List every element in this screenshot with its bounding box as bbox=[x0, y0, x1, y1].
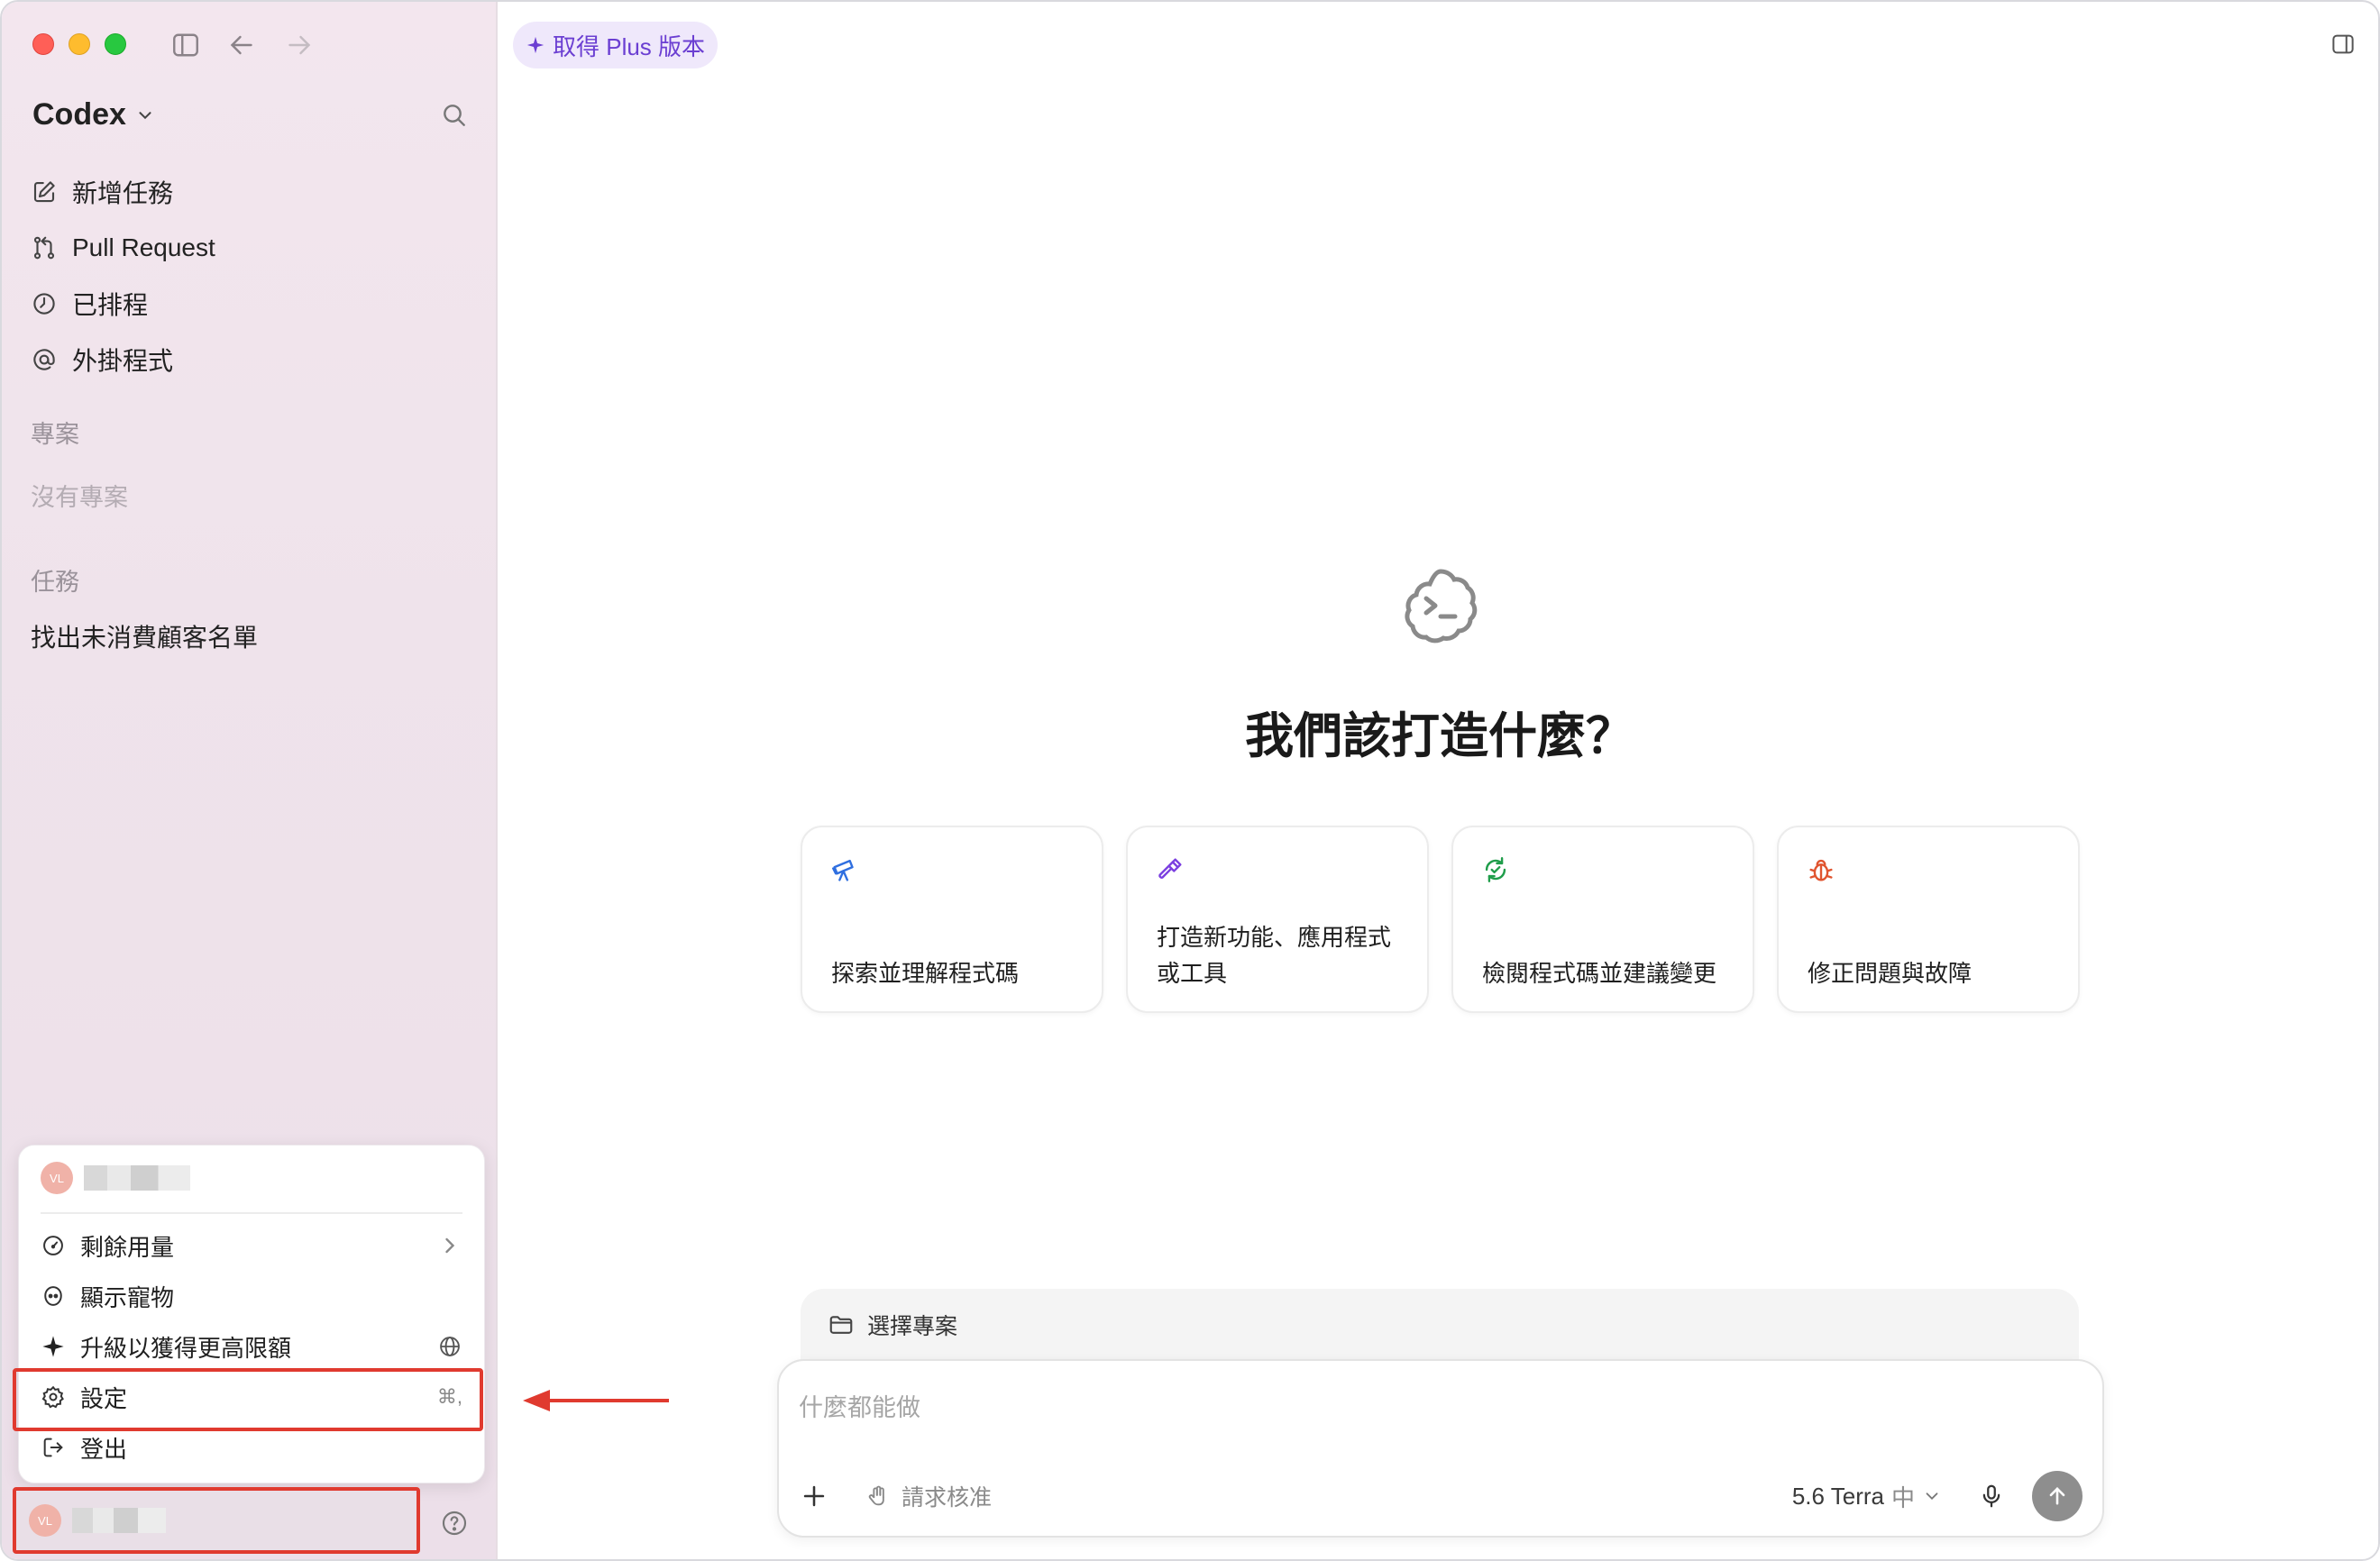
primary-nav: 新增任務 Pull Request 已排程 外掛程式 bbox=[31, 164, 472, 388]
account-menu: VL 剩餘用量 顯示寵物 升級以獲得更高限額 設定 ⌘, 登出 bbox=[18, 1145, 485, 1483]
menu-item-label: 剩餘用量 bbox=[80, 1233, 175, 1261]
redacted-account-name bbox=[84, 1165, 190, 1191]
minimize-window-button[interactable] bbox=[69, 33, 90, 55]
microphone-icon[interactable] bbox=[1978, 1483, 2005, 1510]
main-headline: 我們該打造什麼？ bbox=[1245, 709, 1634, 763]
nav-label: 新增任務 bbox=[72, 179, 174, 207]
brand-name: Codex bbox=[32, 97, 126, 132]
chevron-right-icon bbox=[437, 1233, 462, 1258]
composer-toolbar: 請求核准 5.6 Terra 中 bbox=[799, 1469, 2082, 1523]
model-selector[interactable]: 5.6 Terra 中 bbox=[1792, 1480, 1942, 1513]
logout-icon bbox=[43, 1438, 63, 1457]
nav-scheduled[interactable]: 已排程 bbox=[31, 276, 472, 332]
suggestion-card-build[interactable]: 打造新功能、應用程式或工具 bbox=[1126, 826, 1429, 1013]
chevron-down-icon bbox=[1926, 1493, 1938, 1501]
get-plus-label: 取得 Plus 版本 bbox=[553, 32, 706, 60]
menu-item-remaining-usage[interactable]: 剩餘用量 bbox=[41, 1221, 462, 1270]
nav-pull-request[interactable]: Pull Request bbox=[31, 220, 472, 276]
account-header: VL bbox=[41, 1162, 190, 1194]
refresh-review-icon bbox=[1485, 857, 1506, 882]
clock-icon bbox=[33, 293, 55, 315]
nav-label: 外掛程式 bbox=[72, 347, 174, 375]
account-highlight-box bbox=[13, 1487, 420, 1554]
permission-label: 請求核准 bbox=[902, 1485, 993, 1511]
card-label: 探索並理解程式碼 bbox=[831, 960, 1020, 987]
menu-item-show-pet[interactable]: 顯示寵物 bbox=[41, 1272, 462, 1320]
at-icon bbox=[33, 349, 55, 370]
menu-item-label: 登出 bbox=[80, 1435, 128, 1463]
close-window-button[interactable] bbox=[32, 33, 54, 55]
help-icon[interactable] bbox=[440, 1509, 469, 1538]
tasks-section-label: 任務 bbox=[31, 569, 79, 596]
search-icon[interactable] bbox=[440, 101, 469, 130]
suggestion-card-review[interactable]: 檢閱程式碼並建議變更 bbox=[1451, 826, 1754, 1013]
telescope-icon bbox=[832, 859, 854, 881]
codex-logo-icon bbox=[1405, 569, 1478, 644]
sidebar: Codex 新增任務 Pull Request 已排程 外掛程式 專案 沒有專案… bbox=[2, 2, 498, 1559]
permission-selector[interactable]: 請求核准 bbox=[865, 1480, 992, 1512]
app-window: Codex 新增任務 Pull Request 已排程 外掛程式 專案 沒有專案… bbox=[0, 0, 2380, 1561]
zoom-window-button[interactable] bbox=[105, 33, 126, 55]
sparkle-icon bbox=[42, 1336, 64, 1357]
task-item[interactable]: 找出未消費顧客名單 bbox=[31, 618, 258, 654]
projects-section-label: 專案 bbox=[31, 421, 79, 448]
prompt-composer: 什麼都能做 請求核准 5.6 Terra 中 bbox=[777, 1359, 2104, 1538]
suggestion-card-explore[interactable]: 探索並理解程式碼 bbox=[801, 826, 1103, 1013]
card-label: 打造新功能、應用程式或工具 bbox=[1157, 924, 1392, 987]
model-effort: 中 bbox=[1890, 1483, 1915, 1511]
menu-item-upgrade[interactable]: 升級以獲得更高限額 bbox=[41, 1322, 462, 1371]
chevron-down-icon bbox=[139, 111, 151, 119]
forward-arrow-icon[interactable] bbox=[283, 29, 316, 61]
back-arrow-icon[interactable] bbox=[225, 29, 258, 61]
suggestion-card-fix[interactable]: 修正問題與故障 bbox=[1777, 826, 2080, 1013]
git-pull-request-icon bbox=[33, 236, 55, 260]
sparkle-icon bbox=[526, 36, 545, 54]
project-selector-label: 選擇專案 bbox=[867, 1314, 958, 1339]
nav-new-task[interactable]: 新增任務 bbox=[31, 164, 472, 220]
menu-divider bbox=[41, 1212, 462, 1214]
nav-label: Pull Request bbox=[72, 233, 215, 261]
sidebar-toggle-icon[interactable] bbox=[169, 29, 202, 61]
annotation-arrow bbox=[523, 1390, 669, 1411]
menu-item-label: 顯示寵物 bbox=[80, 1283, 175, 1311]
model-label: 5.6 Terra bbox=[1791, 1482, 1884, 1510]
arrow-up-icon bbox=[2049, 1487, 2065, 1505]
add-attachment-icon[interactable] bbox=[799, 1481, 829, 1511]
hand-icon bbox=[868, 1485, 884, 1506]
get-plus-button[interactable]: 取得 Plus 版本 bbox=[513, 22, 719, 68]
menu-item-label: 升級以獲得更高限額 bbox=[80, 1334, 292, 1362]
gauge-icon bbox=[43, 1236, 63, 1255]
bug-icon bbox=[1809, 859, 1833, 881]
globe-icon bbox=[437, 1334, 462, 1359]
toggle-panel-icon[interactable] bbox=[2330, 31, 2357, 58]
settings-highlight-box bbox=[13, 1368, 483, 1431]
folder-icon bbox=[829, 1316, 853, 1334]
workspace-switcher[interactable]: Codex bbox=[32, 97, 155, 132]
hammer-icon bbox=[1158, 858, 1182, 879]
projects-empty-text: 沒有專案 bbox=[31, 484, 128, 511]
avatar: VL bbox=[41, 1162, 73, 1194]
pet-icon bbox=[44, 1286, 62, 1306]
card-label: 檢閱程式碼並建議變更 bbox=[1482, 960, 1717, 987]
nav-plugins[interactable]: 外掛程式 bbox=[31, 332, 472, 388]
project-selector[interactable]: 選擇專案 bbox=[801, 1289, 2079, 1361]
nav-label: 已排程 bbox=[72, 291, 149, 319]
prompt-input[interactable]: 什麼都能做 bbox=[799, 1388, 920, 1423]
send-button[interactable] bbox=[2032, 1471, 2082, 1521]
edit-icon bbox=[33, 181, 55, 203]
card-label: 修正問題與故障 bbox=[1808, 960, 1973, 987]
